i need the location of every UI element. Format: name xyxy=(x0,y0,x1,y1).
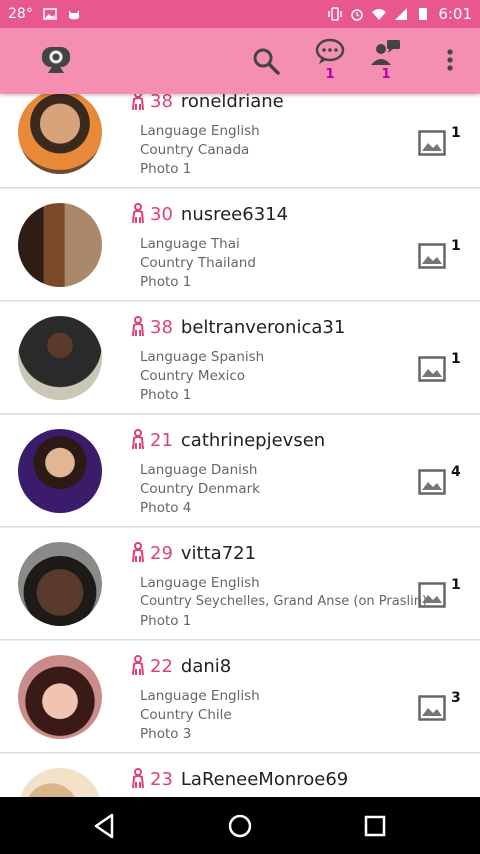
app-bar: 1 1 xyxy=(0,28,480,94)
photo-gallery-icon[interactable] xyxy=(418,469,446,495)
navigation-bar xyxy=(0,797,480,854)
username-text[interactable]: roneldriane xyxy=(181,94,284,112)
photo-gallery-icon[interactable] xyxy=(418,130,446,156)
person-chat-icon xyxy=(371,40,400,65)
photo-text: Photo 1 xyxy=(140,274,192,290)
recents-icon[interactable] xyxy=(360,811,390,841)
avatar[interactable] xyxy=(18,542,102,626)
profile-card[interactable]: 38 roneldriane Language English Country … xyxy=(0,94,480,188)
photo-count: 1 xyxy=(451,125,461,141)
chat-button[interactable]: 1 xyxy=(310,38,350,86)
country-text: Country Denmark xyxy=(140,481,260,497)
female-icon xyxy=(132,316,144,337)
photo-text: Photo 3 xyxy=(140,726,192,742)
country-text: Country Canada xyxy=(140,142,250,158)
vibrate-icon xyxy=(328,7,343,21)
cat-icon xyxy=(68,10,79,20)
profile-card[interactable]: 38 beltranveronica31 Language Spanish Co… xyxy=(0,302,480,414)
age-text: 21 xyxy=(150,429,173,451)
profile-card[interactable]: 30 nusree6314 Language Thai Country Thai… xyxy=(0,189,480,301)
language-text: Language English xyxy=(140,123,260,139)
country-text: Country Thailand xyxy=(140,255,256,271)
language-text: Language Spanish xyxy=(140,349,265,365)
temperature-text: 28° xyxy=(8,6,33,22)
profile-card[interactable]: 23 LaReneeMonroe69 1 xyxy=(0,754,480,797)
language-text: Language Danish xyxy=(140,462,258,478)
username-text[interactable]: nusree6314 xyxy=(181,204,288,225)
webcam-logo-icon[interactable] xyxy=(38,42,74,78)
age-text: 22 xyxy=(150,655,173,677)
photo-count: 1 xyxy=(451,577,461,593)
wifi-icon xyxy=(372,9,387,20)
battery-icon xyxy=(419,8,428,20)
search-button[interactable] xyxy=(246,38,286,86)
photo-count: 1 xyxy=(451,238,461,254)
signal-icon xyxy=(395,8,408,20)
profile-list[interactable]: 38 roneldriane Language English Country … xyxy=(0,94,480,797)
chat-bubble-icon xyxy=(315,38,345,64)
age-text: 30 xyxy=(150,203,173,225)
avatar[interactable] xyxy=(18,768,102,797)
photo-count: 1 xyxy=(451,351,461,367)
avatar[interactable] xyxy=(18,203,102,287)
username-text[interactable]: vitta721 xyxy=(181,543,256,564)
photo-text: Photo 4 xyxy=(140,500,192,516)
age-text: 29 xyxy=(150,542,173,564)
female-icon xyxy=(132,542,144,563)
age-text: 38 xyxy=(150,94,173,112)
image-icon xyxy=(43,8,57,20)
username-text[interactable]: dani8 xyxy=(181,656,231,677)
female-icon xyxy=(132,429,144,450)
country-text: Country Seychelles, Grand Anse (on Prasl… xyxy=(140,594,428,609)
photo-text: Photo 1 xyxy=(140,387,192,403)
country-text: Country Chile xyxy=(140,707,232,723)
status-bar: 28° 6:01 xyxy=(0,0,480,28)
profile-card[interactable]: 29 vitta721 Language English Country Sey… xyxy=(0,528,480,640)
overflow-menu-button[interactable] xyxy=(430,38,470,86)
photo-gallery-icon[interactable] xyxy=(418,243,446,269)
photo-gallery-icon[interactable] xyxy=(418,356,446,382)
alarm-icon xyxy=(351,9,364,21)
username-text[interactable]: cathrinepjevsen xyxy=(181,430,325,451)
more-vert-icon xyxy=(447,49,453,71)
back-icon[interactable] xyxy=(90,811,120,841)
language-text: Language Thai xyxy=(140,236,240,252)
female-icon xyxy=(132,768,144,789)
clock-text: 6:01 xyxy=(438,5,472,23)
username-text[interactable]: beltranveronica31 xyxy=(181,317,345,338)
contacts-badge: 1 xyxy=(381,67,391,82)
photo-count: 3 xyxy=(451,690,461,706)
avatar[interactable] xyxy=(18,316,102,400)
language-text: Language English xyxy=(140,575,260,591)
age-text: 23 xyxy=(150,768,173,790)
profile-card[interactable]: 22 dani8 Language English Country Chile … xyxy=(0,641,480,753)
home-icon[interactable] xyxy=(225,811,255,841)
search-icon xyxy=(253,48,280,75)
photo-text: Photo 1 xyxy=(140,613,192,629)
language-text: Language English xyxy=(140,688,260,704)
chat-badge: 1 xyxy=(325,67,335,82)
avatar[interactable] xyxy=(18,429,102,513)
female-icon xyxy=(132,655,144,676)
avatar[interactable] xyxy=(18,94,102,174)
photo-count: 4 xyxy=(451,464,461,480)
photo-gallery-icon[interactable] xyxy=(418,582,446,608)
photo-gallery-icon[interactable] xyxy=(418,695,446,721)
photo-text: Photo 1 xyxy=(140,161,192,177)
female-icon xyxy=(132,203,144,224)
profile-card[interactable]: 21 cathrinepjevsen Language Danish Count… xyxy=(0,415,480,527)
country-text: Country Mexico xyxy=(140,368,246,384)
username-text[interactable]: LaReneeMonroe69 xyxy=(181,769,348,790)
female-icon xyxy=(132,94,144,111)
contacts-button[interactable]: 1 xyxy=(366,38,406,86)
avatar[interactable] xyxy=(18,655,102,739)
age-text: 38 xyxy=(150,316,173,338)
